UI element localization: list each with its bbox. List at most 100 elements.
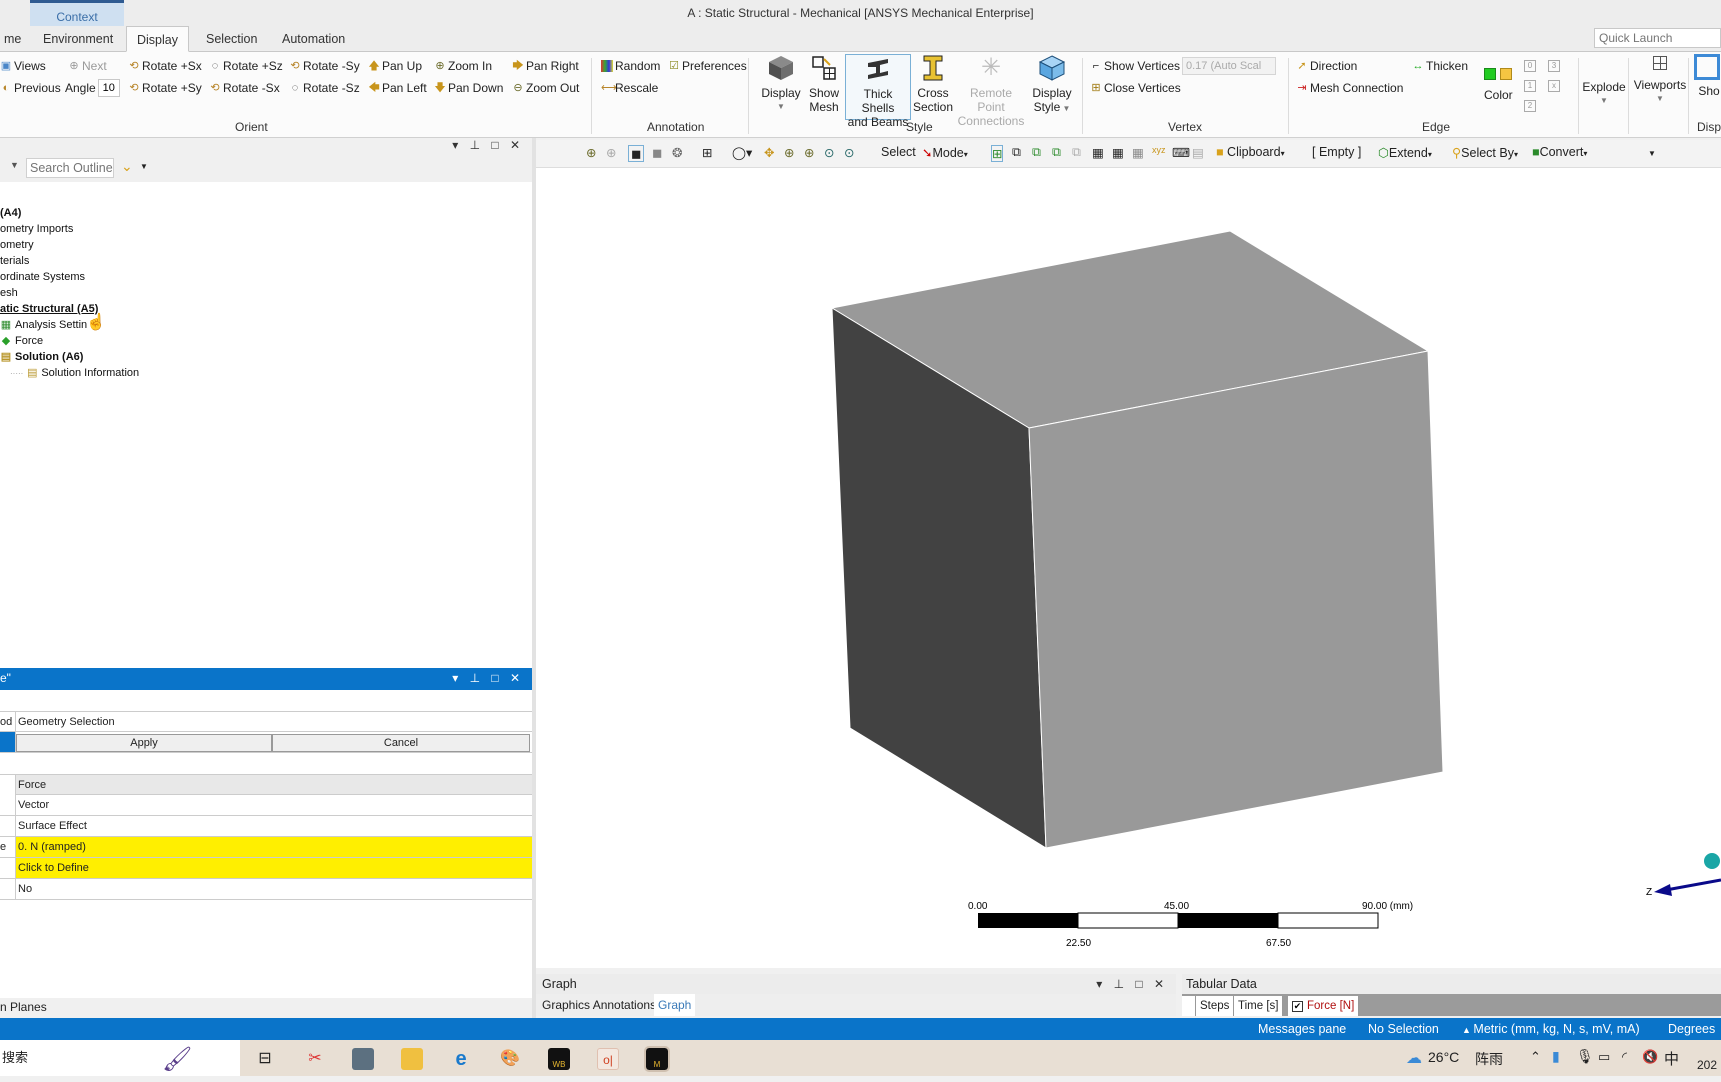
- select-type-icon[interactable]: ⊞: [991, 145, 1004, 162]
- pan-left-button[interactable]: 🡄 Pan Left: [368, 79, 426, 97]
- tree-item-mesh[interactable]: esh: [0, 287, 18, 299]
- battery-icon[interactable]: ▭: [1598, 1049, 1610, 1065]
- workbench-icon[interactable]: WB: [548, 1048, 570, 1070]
- snipping-tool-icon[interactable]: ✂: [304, 1048, 326, 1070]
- random-button[interactable]: Random: [601, 57, 660, 75]
- zoom-next-icon[interactable]: ⊕: [606, 145, 616, 160]
- usb-icon[interactable]: ▮: [1552, 1048, 1560, 1065]
- select-face-icon[interactable]: ⧉: [1052, 145, 1061, 160]
- zoom-out-button[interactable]: ⊖ Zoom Out: [512, 79, 579, 97]
- task-view-icon[interactable]: ⊟: [254, 1048, 276, 1070]
- pane-controls[interactable]: ▾ ⊥ □ ✕: [1096, 974, 1168, 994]
- mechanical-icon[interactable]: M: [644, 1046, 670, 1072]
- section-planes-tab[interactable]: n Planes: [0, 998, 532, 1016]
- rotate-pos-sy-button[interactable]: ⟲ Rotate +Sy: [128, 79, 201, 97]
- pan-right-button[interactable]: 🡆 Pan Right: [512, 57, 578, 75]
- quick-launch-input[interactable]: [1594, 28, 1721, 48]
- rescale-button[interactable]: ⟷ Rescale: [601, 79, 658, 97]
- calculator-icon[interactable]: [352, 1048, 374, 1070]
- extend-button[interactable]: ⬡Extend▾: [1378, 145, 1432, 160]
- tree-item-geometry[interactable]: ometry: [0, 239, 34, 251]
- display-style-button[interactable]: Display Style ▼: [1030, 54, 1074, 116]
- cancel-button[interactable]: Cancel: [272, 734, 530, 752]
- weather-temperature[interactable]: 26°C: [1428, 1049, 1459, 1065]
- microphone-icon[interactable]: 🎙: [1576, 1048, 1594, 1065]
- apply-button[interactable]: Apply: [16, 734, 272, 752]
- chevron-down-icon[interactable]: ⌄: [121, 158, 133, 175]
- preferences-button[interactable]: ☑ Preferences: [668, 57, 747, 75]
- details-row-define-by[interactable]: Vector: [0, 795, 532, 816]
- details-row-magnitude[interactable]: e 0. N (ramped): [0, 837, 532, 858]
- ime-indicator[interactable]: 中: [1664, 1048, 1679, 1069]
- thick-shells-beams-button[interactable]: Thick Shells and Beams: [845, 54, 911, 129]
- tree-item-analysis-settings[interactable]: ▦ Analysis Settin: [0, 319, 87, 331]
- taskbar-search-box[interactable]: 搜索 🖌: [0, 1040, 240, 1076]
- tree-item-solution-information[interactable]: ····· ▤ Solution Information: [10, 367, 139, 379]
- annotation-icon[interactable]: ▤: [1192, 145, 1204, 160]
- select-element-icon[interactable]: ▦: [1112, 145, 1124, 160]
- show-button[interactable]: Sho: [1694, 54, 1721, 98]
- explode-button[interactable]: Explode ▼: [1582, 80, 1626, 108]
- remote-point-connections-button[interactable]: ✳ Remote Point Connections: [955, 54, 1027, 128]
- tab-environment[interactable]: Environment: [33, 26, 123, 52]
- clock-date[interactable]: 202: [1697, 1058, 1717, 1072]
- tree-item-force[interactable]: ◆ Force: [0, 335, 43, 347]
- rotate-neg-sx-button[interactable]: ⟲ Rotate -Sx: [209, 79, 279, 97]
- column-header-force[interactable]: ✔ Force [N]: [1288, 996, 1360, 1016]
- search-outline-input[interactable]: [26, 158, 114, 178]
- color-button-label[interactable]: Color: [1484, 88, 1513, 102]
- tree-item-solution[interactable]: ▤ Solution (A6): [0, 351, 84, 363]
- tab-selection[interactable]: Selection: [196, 26, 267, 52]
- tab-graph[interactable]: Graph: [654, 994, 696, 1016]
- rotate-pos-sx-button[interactable]: ⟲ Rotate +Sx: [128, 57, 201, 75]
- edge-button-3[interactable]: 3: [1548, 60, 1560, 72]
- mesh-connection-button[interactable]: ⇥ Mesh Connection: [1296, 79, 1403, 97]
- next-button[interactable]: ⊕ Next: [68, 57, 106, 75]
- views-button[interactable]: ▣ Views: [0, 57, 46, 75]
- overflow-icon[interactable]: ▼: [140, 162, 148, 171]
- show-mesh-button[interactable]: Show Mesh: [806, 54, 842, 114]
- tab-home[interactable]: me: [0, 26, 31, 52]
- column-header-time[interactable]: Time [s]: [1234, 996, 1284, 1016]
- box-zoom-icon[interactable]: ⊕: [804, 145, 814, 160]
- edge-button-2[interactable]: 2: [1524, 100, 1536, 112]
- edge-button-x[interactable]: x: [1548, 80, 1560, 92]
- checkbox-checked-icon[interactable]: ✔: [1292, 1001, 1303, 1012]
- details-row-applied-by[interactable]: Surface Effect: [0, 816, 532, 837]
- edge-button-1[interactable]: 1: [1524, 80, 1536, 92]
- details-row-type[interactable]: Force: [0, 774, 532, 795]
- zoom-to-fit-icon[interactable]: ⊙: [824, 145, 834, 160]
- select-edge-icon[interactable]: ⧉: [1032, 145, 1041, 160]
- select-node-icon[interactable]: ▦: [1092, 145, 1104, 160]
- cross-section-button[interactable]: Cross Section: [913, 54, 953, 114]
- clipboard-button[interactable]: ■ Clipboard▾: [1216, 145, 1285, 159]
- toolbar-overflow-icon[interactable]: ▼: [1648, 149, 1656, 158]
- internet-explorer-icon[interactable]: e: [450, 1048, 472, 1070]
- wifi-icon[interactable]: ◜: [1622, 1049, 1627, 1065]
- show-vertices-button[interactable]: ⌐ Show Vertices: [1090, 57, 1180, 75]
- tab-graphics-annotations[interactable]: Graphics Annotations: [542, 994, 656, 1016]
- tree-item-coordinate-systems[interactable]: ordinate Systems: [0, 271, 85, 283]
- shaded-exterior-icon[interactable]: ◼: [628, 145, 645, 162]
- edge-button-0[interactable]: 0: [1524, 60, 1536, 72]
- column-header-steps[interactable]: Steps: [1196, 996, 1235, 1016]
- graphics-viewport[interactable]: 0.00 45.00 90.00 (mm) 22.50 67.50 Z: [536, 168, 1721, 968]
- direction-button[interactable]: ➚ Direction: [1296, 57, 1357, 75]
- context-tab[interactable]: Context: [30, 0, 124, 26]
- rotate-pos-sz-button[interactable]: ◌ Rotate +Sz: [209, 57, 283, 75]
- show-hidden-icons-icon[interactable]: ⌃: [1530, 1049, 1541, 1065]
- details-row-suppressed[interactable]: No: [0, 879, 532, 900]
- details-row-direction[interactable]: Click to Define: [0, 858, 532, 879]
- triad-origin-sphere[interactable]: [1704, 853, 1720, 869]
- rotate-neg-sy-button[interactable]: ⟲ Rotate -Sy: [289, 57, 359, 75]
- dropdown-arrow-icon[interactable]: ▼: [10, 160, 19, 170]
- convert-button[interactable]: ■Convert▾: [1532, 145, 1587, 159]
- cube-front-face[interactable]: [1028, 350, 1444, 849]
- magnifier-icon[interactable]: ⊙: [844, 145, 854, 160]
- angle-input[interactable]: [97, 79, 120, 97]
- display-button[interactable]: Display ▼: [760, 54, 802, 114]
- tree-item-model[interactable]: (A4): [0, 207, 21, 219]
- shaded-icon[interactable]: ◼: [652, 145, 662, 160]
- tree-item-static-structural[interactable]: atic Structural (A5): [0, 303, 98, 315]
- select-by-button[interactable]: ⚲Select By▾: [1452, 145, 1518, 160]
